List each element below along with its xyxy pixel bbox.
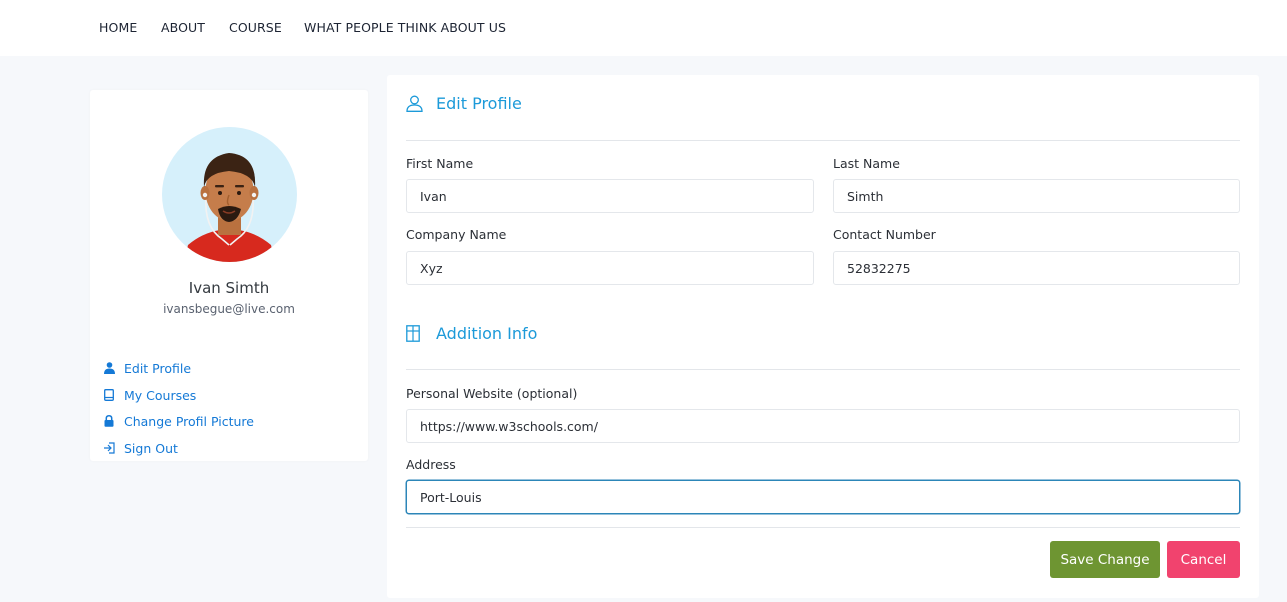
building-icon: [406, 324, 424, 342]
nav-about-link[interactable]: ABOUT: [161, 20, 205, 35]
company-name-label: Company Name: [406, 227, 507, 242]
sidebar-item-label: Change Profil Picture: [124, 413, 254, 429]
nav-home-link[interactable]: HOME: [99, 20, 137, 35]
divider: [406, 527, 1240, 528]
top-navbar: HOME ABOUT COURSE WHAT PEOPLE THINK ABOU…: [0, 0, 1287, 56]
website-label: Personal Website (optional): [406, 386, 578, 401]
person-avatar-icon: [184, 153, 275, 262]
edit-profile-heading: Edit Profile: [406, 91, 522, 115]
divider: [406, 140, 1240, 141]
section-title-text: Addition Info: [436, 323, 538, 343]
section-title-text: Edit Profile: [436, 93, 522, 113]
edit-profile-card: Edit Profile First Name Last Name Compan…: [387, 75, 1259, 598]
sidebar-item-label: Sign Out: [124, 440, 178, 456]
user-outline-icon: [406, 94, 424, 112]
user-icon: [102, 361, 116, 375]
nav-testimonials-link[interactable]: WHAT PEOPLE THINK ABOUT US: [304, 20, 506, 35]
addition-info-heading: Addition Info: [406, 321, 537, 345]
sidebar-item-change-picture[interactable]: Change Profil Picture: [102, 412, 254, 430]
address-label: Address: [406, 457, 456, 472]
profile-name: Ivan Simth: [188, 279, 270, 297]
sidebar-item-label: Edit Profile: [124, 360, 192, 376]
contact-number-label: Contact Number: [833, 227, 936, 242]
divider: [406, 369, 1240, 370]
contact-number-field[interactable]: [833, 251, 1240, 285]
first-name-label: First Name: [406, 156, 474, 171]
sign-out-icon: [102, 441, 116, 455]
nav-course-link[interactable]: COURSE: [229, 20, 282, 35]
lock-icon: [102, 414, 116, 428]
sidebar-item-label: My Courses: [124, 387, 197, 403]
save-change-button[interactable]: Save Change: [1050, 541, 1160, 578]
avatar: [162, 127, 297, 262]
profile-card: Ivan Simth ivansbegue@live.com Edit Prof…: [90, 90, 368, 461]
last-name-field[interactable]: [833, 179, 1240, 213]
sidebar-item-sign-out[interactable]: Sign Out: [102, 439, 178, 457]
sidebar-item-edit-profile[interactable]: Edit Profile: [102, 359, 191, 377]
cancel-button[interactable]: Cancel: [1167, 541, 1240, 578]
company-name-field[interactable]: [406, 251, 814, 285]
first-name-field[interactable]: [406, 179, 814, 213]
website-field[interactable]: [406, 409, 1240, 443]
address-field[interactable]: [406, 480, 1240, 514]
sidebar-item-my-courses[interactable]: My Courses: [102, 386, 196, 404]
book-icon: [102, 388, 116, 402]
profile-email: ivansbegue@live.com: [163, 302, 295, 316]
last-name-label: Last Name: [833, 156, 900, 171]
